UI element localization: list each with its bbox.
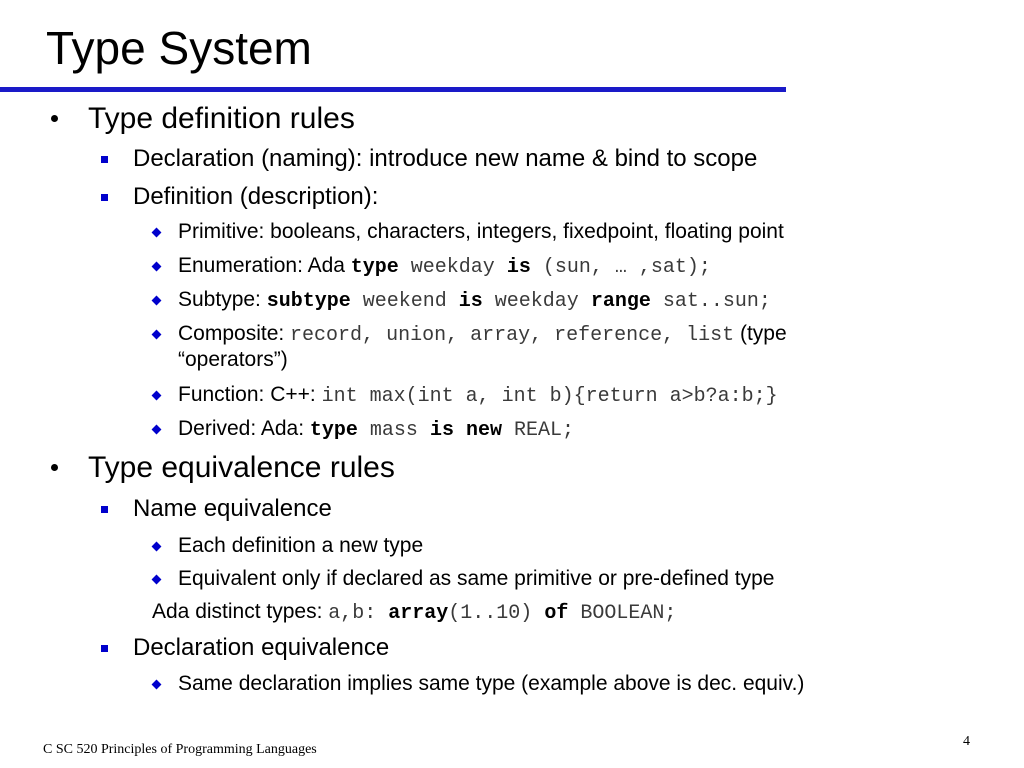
bullet-text: Function: C++:	[178, 383, 322, 406]
bullet-text: Each definition a new type	[178, 534, 424, 557]
code-text: a,b:	[328, 602, 377, 625]
bullet-item-level3: Derived: Ada: type mass is new REAL;	[178, 416, 574, 444]
diamond-bullet-icon	[151, 424, 162, 435]
code-text: (sun, … ,sat);	[530, 256, 711, 279]
bullet-item-level2: Declaration equivalence	[133, 634, 389, 662]
bullet-text: Definition (description):	[133, 183, 379, 210]
page-number: 4	[963, 734, 970, 749]
title-rule	[0, 87, 786, 92]
footer-course-name: C SC 520 Principles of Programming Langu…	[43, 742, 317, 757]
code-keyword: range	[590, 290, 651, 313]
code-text: REAL;	[501, 419, 574, 442]
diamond-bullet-icon	[151, 329, 162, 340]
code-text: mass	[357, 419, 430, 442]
bullet-text: Ada distinct types:	[152, 600, 329, 623]
code-keyword: type	[350, 256, 399, 279]
code-text: (1..10)	[448, 602, 545, 625]
code-keyword: of	[544, 602, 569, 625]
bullet-item-level3: Each definition a new type	[178, 533, 423, 559]
bullet-item-level3: Subtype: subtype weekend is weekday rang…	[178, 287, 771, 315]
diamond-bullet-icon	[151, 261, 162, 272]
bullet-text: Type equivalence rules	[88, 451, 395, 484]
square-bullet-icon	[101, 645, 108, 652]
bullet-item-level3: Same declaration implies same type (exam…	[178, 671, 804, 697]
square-bullet-icon	[101, 156, 108, 163]
bullet-text: Composite:	[178, 322, 291, 345]
code-keyword: subtype	[266, 290, 351, 313]
bullet-text: (type	[734, 322, 787, 345]
code-keyword: is	[506, 256, 531, 279]
bullet-item-level2: Declaration (naming): introduce new name…	[133, 145, 757, 173]
dot-bullet-icon	[51, 464, 58, 471]
bullet-item-level2: Name equivalence	[133, 495, 332, 523]
bullet-item-level3: Primitive: booleans, characters, integer…	[178, 219, 784, 245]
diamond-bullet-icon	[151, 390, 162, 401]
diamond-bullet-icon	[151, 295, 162, 306]
code-text: weekday	[398, 256, 507, 279]
code-text: BOOLEAN;	[568, 602, 677, 625]
bullet-text: Same declaration implies same type (exam…	[178, 672, 805, 695]
bullet-text: Primitive: booleans, characters, integer…	[178, 220, 784, 243]
bullet-item-level2: Definition (description):	[133, 183, 378, 211]
bullet-item-levelplain: Ada distinct types: a,b: array(1..10) of…	[152, 599, 676, 627]
bullet-text: “operators”)	[178, 348, 288, 371]
bullet-text: Equivalent only if declared as same prim…	[178, 567, 775, 590]
bullet-text: Declaration equivalence	[133, 634, 390, 661]
bullet-text: Derived: Ada:	[178, 417, 310, 440]
code-keyword: is new	[429, 419, 502, 442]
code-keyword: array	[376, 602, 449, 625]
bullet-text: Enumeration: Ada	[178, 254, 351, 277]
code-text: weekday	[482, 290, 591, 313]
code-text: record, union, array, reference, list	[290, 324, 735, 347]
bullet-item-level3: Composite: record, union, array, referen…	[178, 321, 787, 349]
bullet-item-level3: Enumeration: Ada type weekday is (sun, ……	[178, 253, 711, 281]
bullet-text: Subtype:	[178, 288, 267, 311]
code-keyword: type	[309, 419, 358, 442]
bullet-item-level1: Type equivalence rules	[88, 451, 395, 485]
bullet-item-level3: “operators”)	[178, 347, 288, 373]
code-text: sat..sun;	[650, 290, 771, 313]
bullet-item-level3: Function: C++: int max(int a, int b){ret…	[178, 382, 778, 410]
bullet-item-level3: Equivalent only if declared as same prim…	[178, 566, 774, 592]
code-text: weekend	[350, 290, 459, 313]
code-keyword: is	[458, 290, 483, 313]
square-bullet-icon	[101, 194, 108, 201]
diamond-bullet-icon	[151, 541, 162, 552]
code-text: int max(int a, int b){return a>b?a:b;}	[321, 385, 778, 408]
slide-title: Type System	[46, 22, 312, 74]
dot-bullet-icon	[51, 115, 58, 122]
bullet-text: Type definition rules	[88, 102, 355, 135]
bullet-text: Name equivalence	[133, 495, 332, 522]
square-bullet-icon	[101, 506, 108, 513]
bullet-text: Declaration (naming): introduce new name…	[133, 145, 758, 172]
diamond-bullet-icon	[151, 679, 162, 690]
diamond-bullet-icon	[151, 574, 162, 585]
bullet-item-level1: Type definition rules	[88, 102, 355, 136]
diamond-bullet-icon	[151, 227, 162, 238]
